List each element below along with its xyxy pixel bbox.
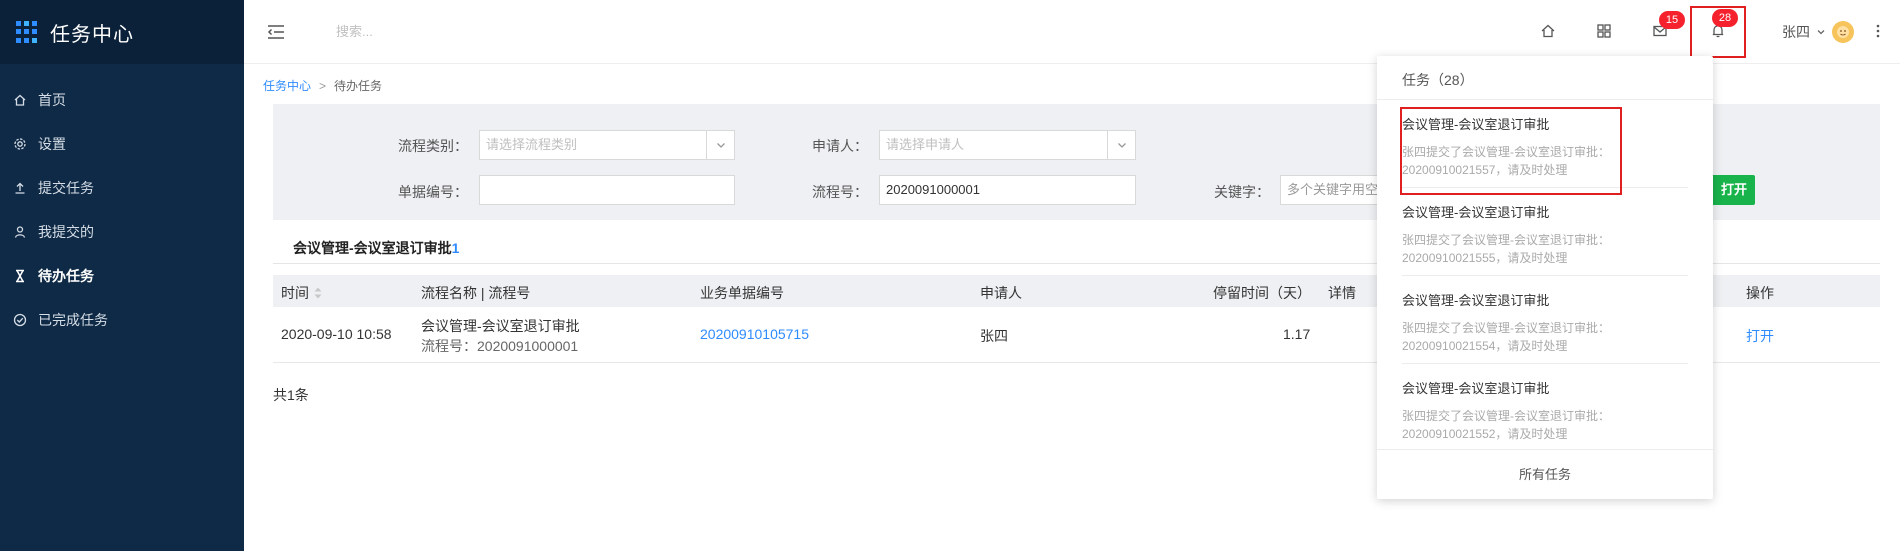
th-time-label: 时间 [281, 285, 309, 301]
cell-process-no: 流程号：2020091000001 [421, 338, 579, 354]
notification-item[interactable]: 会议管理-会议室退订审批 张四提交了会议管理-会议室退订审批： 202009100… [1402, 378, 1688, 443]
app-grid-logo-icon [16, 21, 38, 43]
doc-no-input[interactable] [479, 175, 735, 205]
sidebar-item-label: 已完成任务 [38, 312, 108, 328]
dropdown-divider [1402, 275, 1688, 276]
user-icon [12, 224, 28, 240]
notification-badge: 28 [1712, 9, 1738, 27]
home-button[interactable] [1520, 0, 1576, 64]
gear-icon [12, 136, 28, 152]
section-title-text: 会议管理-会议室退订审批 [293, 240, 452, 256]
total-count: 共1条 [273, 387, 309, 403]
th-detail: 详情 [1328, 285, 1356, 301]
breadcrumb: 任务中心 > 待办任务 [263, 77, 382, 94]
chevron-down-icon [1107, 131, 1135, 159]
doc-no-label: 单据编号： [398, 184, 468, 200]
notification-item[interactable]: 会议管理-会议室退订审批 张四提交了会议管理-会议室退订审批： 202009100… [1402, 290, 1688, 355]
sidebar-nav: 首页 设置 提交任务 我提交的 待办任务 已完成任务 [0, 64, 244, 342]
chevron-down-icon [706, 131, 734, 159]
apps-button[interactable] [1576, 0, 1632, 64]
th-doc-no: 业务单据编号 [700, 285, 784, 301]
notification-desc-line: 20200910021552，请及时处理 [1402, 427, 1568, 441]
notification-desc: 张四提交了会议管理-会议室退订审批： 20200910021552，请及时处理 [1402, 407, 1688, 443]
app-title: 任务中心 [50, 23, 134, 46]
sort-icon[interactable] [313, 285, 323, 301]
notification-desc-line: 张四提交了会议管理-会议室退订审批： [1402, 409, 1610, 423]
section-title: 会议管理-会议室退订审批1 [293, 238, 459, 258]
notification-title: 会议管理-会议室退订审批 [1402, 381, 1550, 396]
breadcrumb-root-link[interactable]: 任务中心 [263, 79, 311, 93]
notification-desc-line: 20200910021555，请及时处理 [1402, 251, 1568, 265]
sidebar-item-completed-tasks[interactable]: 已完成任务 [0, 298, 244, 342]
more-vertical-icon [1876, 24, 1880, 41]
dropdown-header: 任务（28） [1377, 56, 1713, 100]
top-bar: 15 28 张四 [244, 0, 1900, 64]
notification-desc-line: 张四提交了会议管理-会议室退订审批： [1402, 321, 1610, 335]
notification-desc: 张四提交了会议管理-会议室退订审批： 20200910021554，请及时处理 [1402, 319, 1688, 355]
breadcrumb-current: 待办任务 [334, 79, 383, 93]
search-input[interactable] [336, 24, 556, 39]
sidebar-item-label: 待办任务 [38, 268, 94, 284]
mail-button[interactable]: 15 [1632, 0, 1688, 64]
th-stay-days: 停留时间（天） [1213, 285, 1311, 301]
menu-collapse-icon[interactable] [266, 22, 286, 42]
notification-desc-line: 20200910021554，请及时处理 [1402, 339, 1568, 353]
cell-time: 2020-09-10 10:58 [281, 326, 392, 342]
apps-grid-icon [1596, 23, 1612, 42]
notification-desc-line: 张四提交了会议管理-会议室退订审批： [1402, 233, 1610, 247]
th-time[interactable]: 时间 [281, 283, 323, 303]
more-menu-button[interactable] [1868, 24, 1888, 41]
notification-button[interactable]: 28 [1690, 6, 1746, 58]
sidebar-item-settings[interactable]: 设置 [0, 122, 244, 166]
home-icon [1540, 23, 1556, 42]
process-no-input[interactable]: 2020091000001 [879, 175, 1136, 205]
applicant-label: 申请人： [812, 138, 868, 154]
user-menu[interactable]: 张四 [1782, 21, 1854, 43]
process-type-select[interactable]: 请选择流程类别 [479, 130, 735, 160]
sidebar-item-my-submitted[interactable]: 我提交的 [0, 210, 244, 254]
highlight-box [1400, 107, 1622, 195]
open-link[interactable]: 打开 [1746, 326, 1774, 346]
brand[interactable]: 任务中心 [0, 0, 244, 64]
th-action: 操作 [1746, 285, 1774, 301]
check-circle-icon [12, 312, 28, 328]
sidebar-item-label: 首页 [38, 92, 66, 108]
sidebar-item-label: 我提交的 [38, 224, 94, 240]
avatar[interactable] [1832, 21, 1854, 43]
sidebar-item-label: 设置 [38, 136, 66, 152]
home-icon [12, 92, 28, 108]
process-no-label: 流程号： [812, 184, 868, 200]
sidebar-item-submit-task[interactable]: 提交任务 [0, 166, 244, 210]
th-process: 流程名称 | 流程号 [421, 285, 531, 301]
cell-stay-days: 1.17 [1283, 326, 1311, 342]
cell-doc-no-link[interactable]: 20200910105715 [700, 326, 809, 342]
mail-badge: 15 [1659, 11, 1685, 29]
breadcrumb-separator: > [319, 79, 327, 93]
top-icons: 15 28 张四 [1520, 0, 1900, 64]
user-name: 张四 [1782, 24, 1810, 40]
notification-item[interactable]: 会议管理-会议室退订审批 张四提交了会议管理-会议室退订审批： 202009100… [1402, 202, 1688, 267]
dropdown-divider [1402, 363, 1688, 364]
applicant-select[interactable]: 请选择申请人 [879, 130, 1136, 160]
cell-process-name: 会议管理-会议室退订审批 [421, 318, 580, 334]
section-count: 1 [451, 240, 460, 256]
notification-title: 会议管理-会议室退订审批 [1402, 293, 1550, 308]
sidebar-item-home[interactable]: 首页 [0, 78, 244, 122]
keyword-label: 关键字： [1214, 184, 1270, 200]
keyword-input[interactable]: 多个关键字用空 [1280, 175, 1378, 205]
process-type-placeholder: 请选择流程类别 [486, 137, 578, 152]
hourglass-icon [12, 268, 28, 284]
th-applicant: 申请人 [980, 285, 1022, 301]
sidebar-item-pending-tasks[interactable]: 待办任务 [0, 254, 244, 298]
notification-desc: 张四提交了会议管理-会议室退订审批： 20200910021555，请及时处理 [1402, 231, 1688, 267]
sidebar-item-label: 提交任务 [38, 180, 94, 196]
cell-applicant: 张四 [980, 328, 1008, 344]
sidebar: 任务中心 首页 设置 提交任务 我提交的 待办任务 已完成任务 [0, 0, 244, 551]
chevron-down-icon [1816, 24, 1826, 40]
notification-title: 会议管理-会议室退订审批 [1402, 205, 1550, 220]
all-tasks-link[interactable]: 所有任务 [1377, 449, 1713, 499]
upload-icon [12, 180, 28, 196]
applicant-placeholder: 请选择申请人 [886, 137, 965, 152]
process-type-label: 流程类别： [398, 138, 468, 154]
